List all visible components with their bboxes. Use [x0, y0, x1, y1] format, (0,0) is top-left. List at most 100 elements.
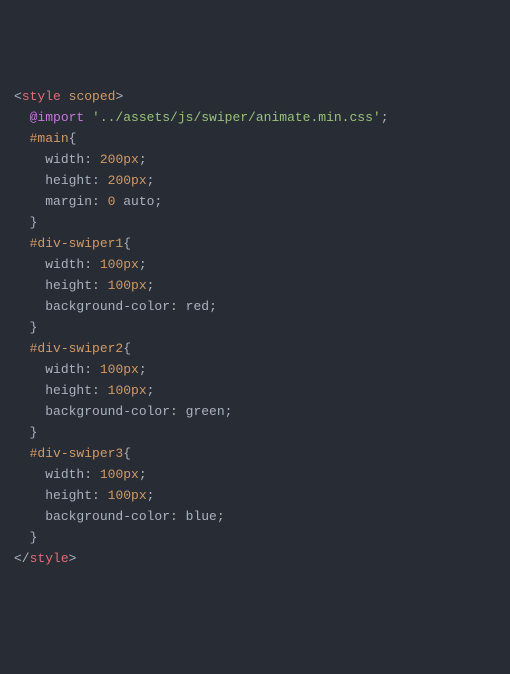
code-line[interactable]: <style scoped> [14, 86, 510, 107]
code-token-punct: : [170, 509, 186, 524]
code-token-num: 100px [108, 278, 147, 293]
code-token-punct [14, 299, 45, 314]
code-token-punct: : [92, 383, 108, 398]
code-token-punct: ; [209, 299, 217, 314]
code-token-punct [14, 467, 45, 482]
code-token-num: 100px [108, 383, 147, 398]
code-token-num: 200px [108, 173, 147, 188]
code-line[interactable]: width: 100px; [14, 254, 510, 275]
code-token-punct [14, 383, 45, 398]
code-token-selector: #div-swiper1 [30, 236, 124, 251]
code-token-punct: : [84, 467, 100, 482]
code-token-num: 100px [100, 467, 139, 482]
code-line[interactable]: } [14, 527, 510, 548]
code-token-punct [14, 509, 45, 524]
code-token-punct: > [69, 551, 77, 566]
code-token-punct [14, 488, 45, 503]
code-token-colorval: red [186, 299, 209, 314]
code-line[interactable]: } [14, 212, 510, 233]
code-token-punct [14, 194, 45, 209]
code-token-punct [14, 404, 45, 419]
code-token-attr-name: scoped [69, 89, 116, 104]
code-token-punct: { [123, 446, 131, 461]
code-token-punct: : [84, 257, 100, 272]
code-line[interactable]: background-color: blue; [14, 506, 510, 527]
code-line[interactable]: width: 100px; [14, 464, 510, 485]
code-line[interactable]: background-color: red; [14, 296, 510, 317]
code-token-punct [14, 341, 30, 356]
code-line[interactable]: height: 100px; [14, 380, 510, 401]
code-token-punct: { [69, 131, 77, 146]
code-token-num: 100px [100, 362, 139, 377]
code-token-punct: > [115, 89, 123, 104]
code-token-punct: ; [139, 152, 147, 167]
code-token-prop: width [45, 152, 84, 167]
code-token-punct: : [92, 173, 108, 188]
code-token-punct: : [170, 299, 186, 314]
code-token-string: '../assets/js/swiper/animate.min.css' [92, 110, 381, 125]
code-token-selector: #main [30, 131, 69, 146]
code-token-prop: width [45, 257, 84, 272]
code-token-punct: { [123, 341, 131, 356]
code-token-tag-name: style [30, 551, 69, 566]
code-token-punct: } [14, 530, 37, 545]
code-line[interactable]: </style> [14, 548, 510, 569]
code-token-punct [61, 89, 69, 104]
code-token-punct: : [92, 488, 108, 503]
code-token-punct: { [123, 236, 131, 251]
code-token-punct: } [14, 215, 37, 230]
code-token-punct: } [14, 320, 37, 335]
code-editor[interactable]: <style scoped> @import '../assets/js/swi… [14, 86, 510, 569]
code-token-punct [14, 446, 30, 461]
code-token-prop: width [45, 467, 84, 482]
code-token-punct: ; [147, 488, 155, 503]
code-token-prop: background-color [45, 404, 170, 419]
code-token-prop: height [45, 488, 92, 503]
code-token-prop: background-color [45, 299, 170, 314]
code-token-punct: : [92, 194, 108, 209]
code-token-punct [14, 152, 45, 167]
code-token-punct [14, 173, 45, 188]
code-token-punct: < [14, 89, 22, 104]
code-token-punct [14, 110, 30, 125]
code-token-punct: ; [147, 278, 155, 293]
code-token-num: 100px [100, 257, 139, 272]
code-token-punct [84, 110, 92, 125]
code-token-punct [14, 362, 45, 377]
code-line[interactable]: #div-swiper2{ [14, 338, 510, 359]
code-line[interactable]: height: 100px; [14, 485, 510, 506]
code-line[interactable]: background-color: green; [14, 401, 510, 422]
code-line[interactable]: width: 200px; [14, 149, 510, 170]
code-token-selector: #div-swiper2 [30, 341, 124, 356]
code-token-punct [14, 131, 30, 146]
code-line[interactable]: } [14, 422, 510, 443]
code-line[interactable]: } [14, 317, 510, 338]
code-line[interactable]: height: 200px; [14, 170, 510, 191]
code-token-punct: : [92, 278, 108, 293]
code-token-punct: : [170, 404, 186, 419]
code-token-punct [14, 236, 30, 251]
code-token-punct: } [14, 425, 37, 440]
code-token-punct: </ [14, 551, 30, 566]
code-line[interactable]: #div-swiper3{ [14, 443, 510, 464]
code-line[interactable]: #main{ [14, 128, 510, 149]
code-line[interactable]: @import '../assets/js/swiper/animate.min… [14, 107, 510, 128]
code-line[interactable]: height: 100px; [14, 275, 510, 296]
code-token-colorval: blue [186, 509, 217, 524]
code-token-punct: ; [225, 404, 233, 419]
code-token-punct: : [84, 362, 100, 377]
code-line[interactable]: #div-swiper1{ [14, 233, 510, 254]
code-token-tag-name: style [22, 89, 61, 104]
code-token-punct: auto; [115, 194, 162, 209]
code-token-punct [14, 278, 45, 293]
code-token-num: 100px [108, 488, 147, 503]
code-line[interactable]: margin: 0 auto; [14, 191, 510, 212]
code-token-punct: ; [147, 383, 155, 398]
code-line[interactable]: width: 100px; [14, 359, 510, 380]
code-token-selector: #div-swiper3 [30, 446, 124, 461]
code-token-prop: height [45, 278, 92, 293]
code-token-prop: margin [45, 194, 92, 209]
code-token-keyword: @import [30, 110, 85, 125]
code-token-punct: ; [147, 173, 155, 188]
code-token-punct: ; [139, 362, 147, 377]
